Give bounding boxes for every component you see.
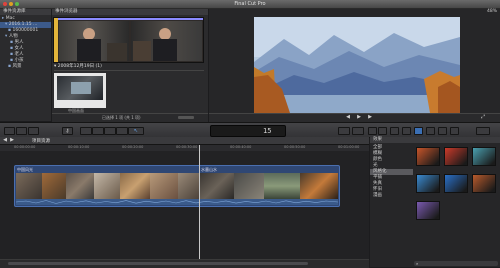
edit-connect-button[interactable] <box>80 127 92 135</box>
effect-thumbnail[interactable] <box>472 147 496 166</box>
clip-frame-1[interactable] <box>59 21 129 61</box>
event-library: 事件资源库 ▸ Mac ▾ 2016.1.15 ... ▪ 160000001 ▾ 人… <box>0 9 51 121</box>
effect-thumbnail[interactable] <box>416 201 440 220</box>
timeline-clip-thumb[interactable] <box>66 173 94 199</box>
clip-thumbnail[interactable] <box>54 73 106 108</box>
title-bar: Final Cut Pro <box>0 0 500 9</box>
browser-toggle-button[interactable] <box>28 127 39 135</box>
effects-header: 效果 <box>370 137 500 143</box>
music-browser-button[interactable] <box>390 127 399 135</box>
transitions-browser-button[interactable] <box>426 127 435 135</box>
library-item-label: 男人 <box>14 40 24 45</box>
viewer-frame <box>254 17 460 113</box>
effects-browser-button[interactable] <box>414 127 423 135</box>
event-browser: 事件浏览器 ▾ 2008年12月19日 (1) 中国画面 已选择 1 项 (共 … <box>52 9 208 122</box>
clip-label-2: 水墨山水 <box>201 167 217 172</box>
library-item-label: 老人 <box>14 52 24 57</box>
timeline-clip-thumb[interactable] <box>120 173 150 199</box>
timeline-scrollbar[interactable] <box>8 262 308 265</box>
ruler-tick-label: 00:00:10:00 <box>68 145 90 149</box>
enhance-button[interactable] <box>338 127 350 135</box>
ruler-tick-label: 00:00:40:00 <box>230 145 252 149</box>
arrow-icon: ↖ <box>133 128 139 134</box>
effect-thumbnail[interactable] <box>472 174 496 193</box>
ruler-tick-label: 00:00:50:00 <box>284 145 306 149</box>
timeline-header: ◀ ▶ 项目资源 <box>0 137 369 145</box>
toolbar: ⚷ ↖ 15 <box>0 122 500 138</box>
edit-overwrite-button[interactable] <box>116 127 128 135</box>
clip-frame-2[interactable] <box>131 21 202 61</box>
play-icon[interactable]: ▶ <box>355 114 363 121</box>
library-item-label: 风景 <box>12 64 22 69</box>
next-frame-icon[interactable]: ▶ <box>366 114 374 121</box>
forward-icon[interactable]: ▶ <box>9 137 15 144</box>
viewer: 48% ◀ ▶ ▶ ⤢ <box>209 9 500 122</box>
primary-storyline[interactable]: 中国风光 水墨山水 <box>14 165 340 207</box>
themes-browser-button[interactable] <box>450 127 459 135</box>
timeline-clip-thumb[interactable] <box>150 173 178 199</box>
browser-header: 事件浏览器 <box>52 9 208 15</box>
zoom-slider[interactable] <box>178 116 194 119</box>
effect-thumbnail[interactable] <box>444 174 468 193</box>
timecode-display[interactable]: 15 <box>210 125 286 137</box>
library-item[interactable]: ▪ 风景 <box>0 64 51 70</box>
library-item-label: 2016.1.15 ... <box>8 22 38 27</box>
share-button[interactable] <box>476 127 490 135</box>
timeline-clip-thumb[interactable] <box>234 173 264 199</box>
library-item-label: 人物 <box>8 34 18 39</box>
library-item-label: 女人 <box>14 46 24 51</box>
edit-append-button[interactable] <box>104 127 116 135</box>
photo-browser-button[interactable] <box>378 127 387 135</box>
effect-thumbnail[interactable] <box>416 147 440 166</box>
audio-waveform <box>15 199 339 205</box>
selection-status: 已选择 1 项 (共 1 项) <box>102 115 141 120</box>
clip-label-1: 中国风光 <box>17 167 33 172</box>
timeline: 中国风光 水墨山水 <box>0 145 369 268</box>
filmstrip[interactable] <box>53 17 204 63</box>
timeline-clip-thumb[interactable] <box>178 173 200 199</box>
timeline-clip-thumb[interactable] <box>16 173 42 199</box>
select-tool-button[interactable]: ↖ <box>128 127 144 135</box>
timeline-clip-thumb[interactable] <box>200 173 234 199</box>
import-button[interactable] <box>4 127 15 135</box>
ruler-tick-label: 00:00:20:00 <box>122 145 144 149</box>
effects-browser: 效果 全部 模糊 颜色光风格化 平铺 失真 怀旧 漫画 ⌕ <box>370 137 500 267</box>
project-name: 项目资源 <box>32 139 50 144</box>
titles-browser-button[interactable] <box>402 127 411 135</box>
library-item-label: 160000001 <box>12 28 39 33</box>
library-item-label: Mac <box>5 16 15 21</box>
search-icon: ⌕ <box>416 261 419 266</box>
viewer-zoom[interactable]: 48% <box>487 9 497 14</box>
timeline-clip-thumb[interactable] <box>264 173 300 199</box>
edit-insert-button[interactable] <box>92 127 104 135</box>
library-toggle-button[interactable] <box>16 127 27 135</box>
effect-thumbnail[interactable] <box>416 174 440 193</box>
timeline-clip-thumb[interactable] <box>300 173 338 199</box>
effect-thumbnail[interactable] <box>444 147 468 166</box>
keyword-button[interactable]: ⚷ <box>62 127 73 135</box>
key-icon: ⚷ <box>65 128 70 134</box>
timecode-value: 15 <box>263 127 272 135</box>
inspector-button[interactable] <box>368 127 377 135</box>
ruler-tick-label: 00:00:30:00 <box>176 145 198 149</box>
app-title: Final Cut Pro <box>234 1 266 7</box>
back-icon[interactable]: ◀ <box>2 137 8 144</box>
timeline-clip-thumb[interactable] <box>94 173 120 199</box>
playhead[interactable] <box>199 145 200 263</box>
library-item-label: 小孩 <box>14 58 24 63</box>
timeline-clip-thumb[interactable] <box>42 173 66 199</box>
effects-search-input[interactable]: ⌕ <box>414 261 498 266</box>
retime-button[interactable] <box>352 127 364 135</box>
effects-category[interactable]: 漫画 <box>370 193 413 199</box>
fullscreen-icon[interactable]: ⤢ <box>479 114 487 121</box>
generators-browser-button[interactable] <box>438 127 447 135</box>
keyword-bar <box>58 18 203 20</box>
ruler-tick-label: 00:00:00:00 <box>14 145 36 149</box>
group-title: 2008年12月19日 (1) <box>57 64 102 69</box>
previous-frame-icon[interactable]: ◀ <box>344 114 352 121</box>
ruler-tick-label: 00:01:00:00 <box>338 145 360 149</box>
